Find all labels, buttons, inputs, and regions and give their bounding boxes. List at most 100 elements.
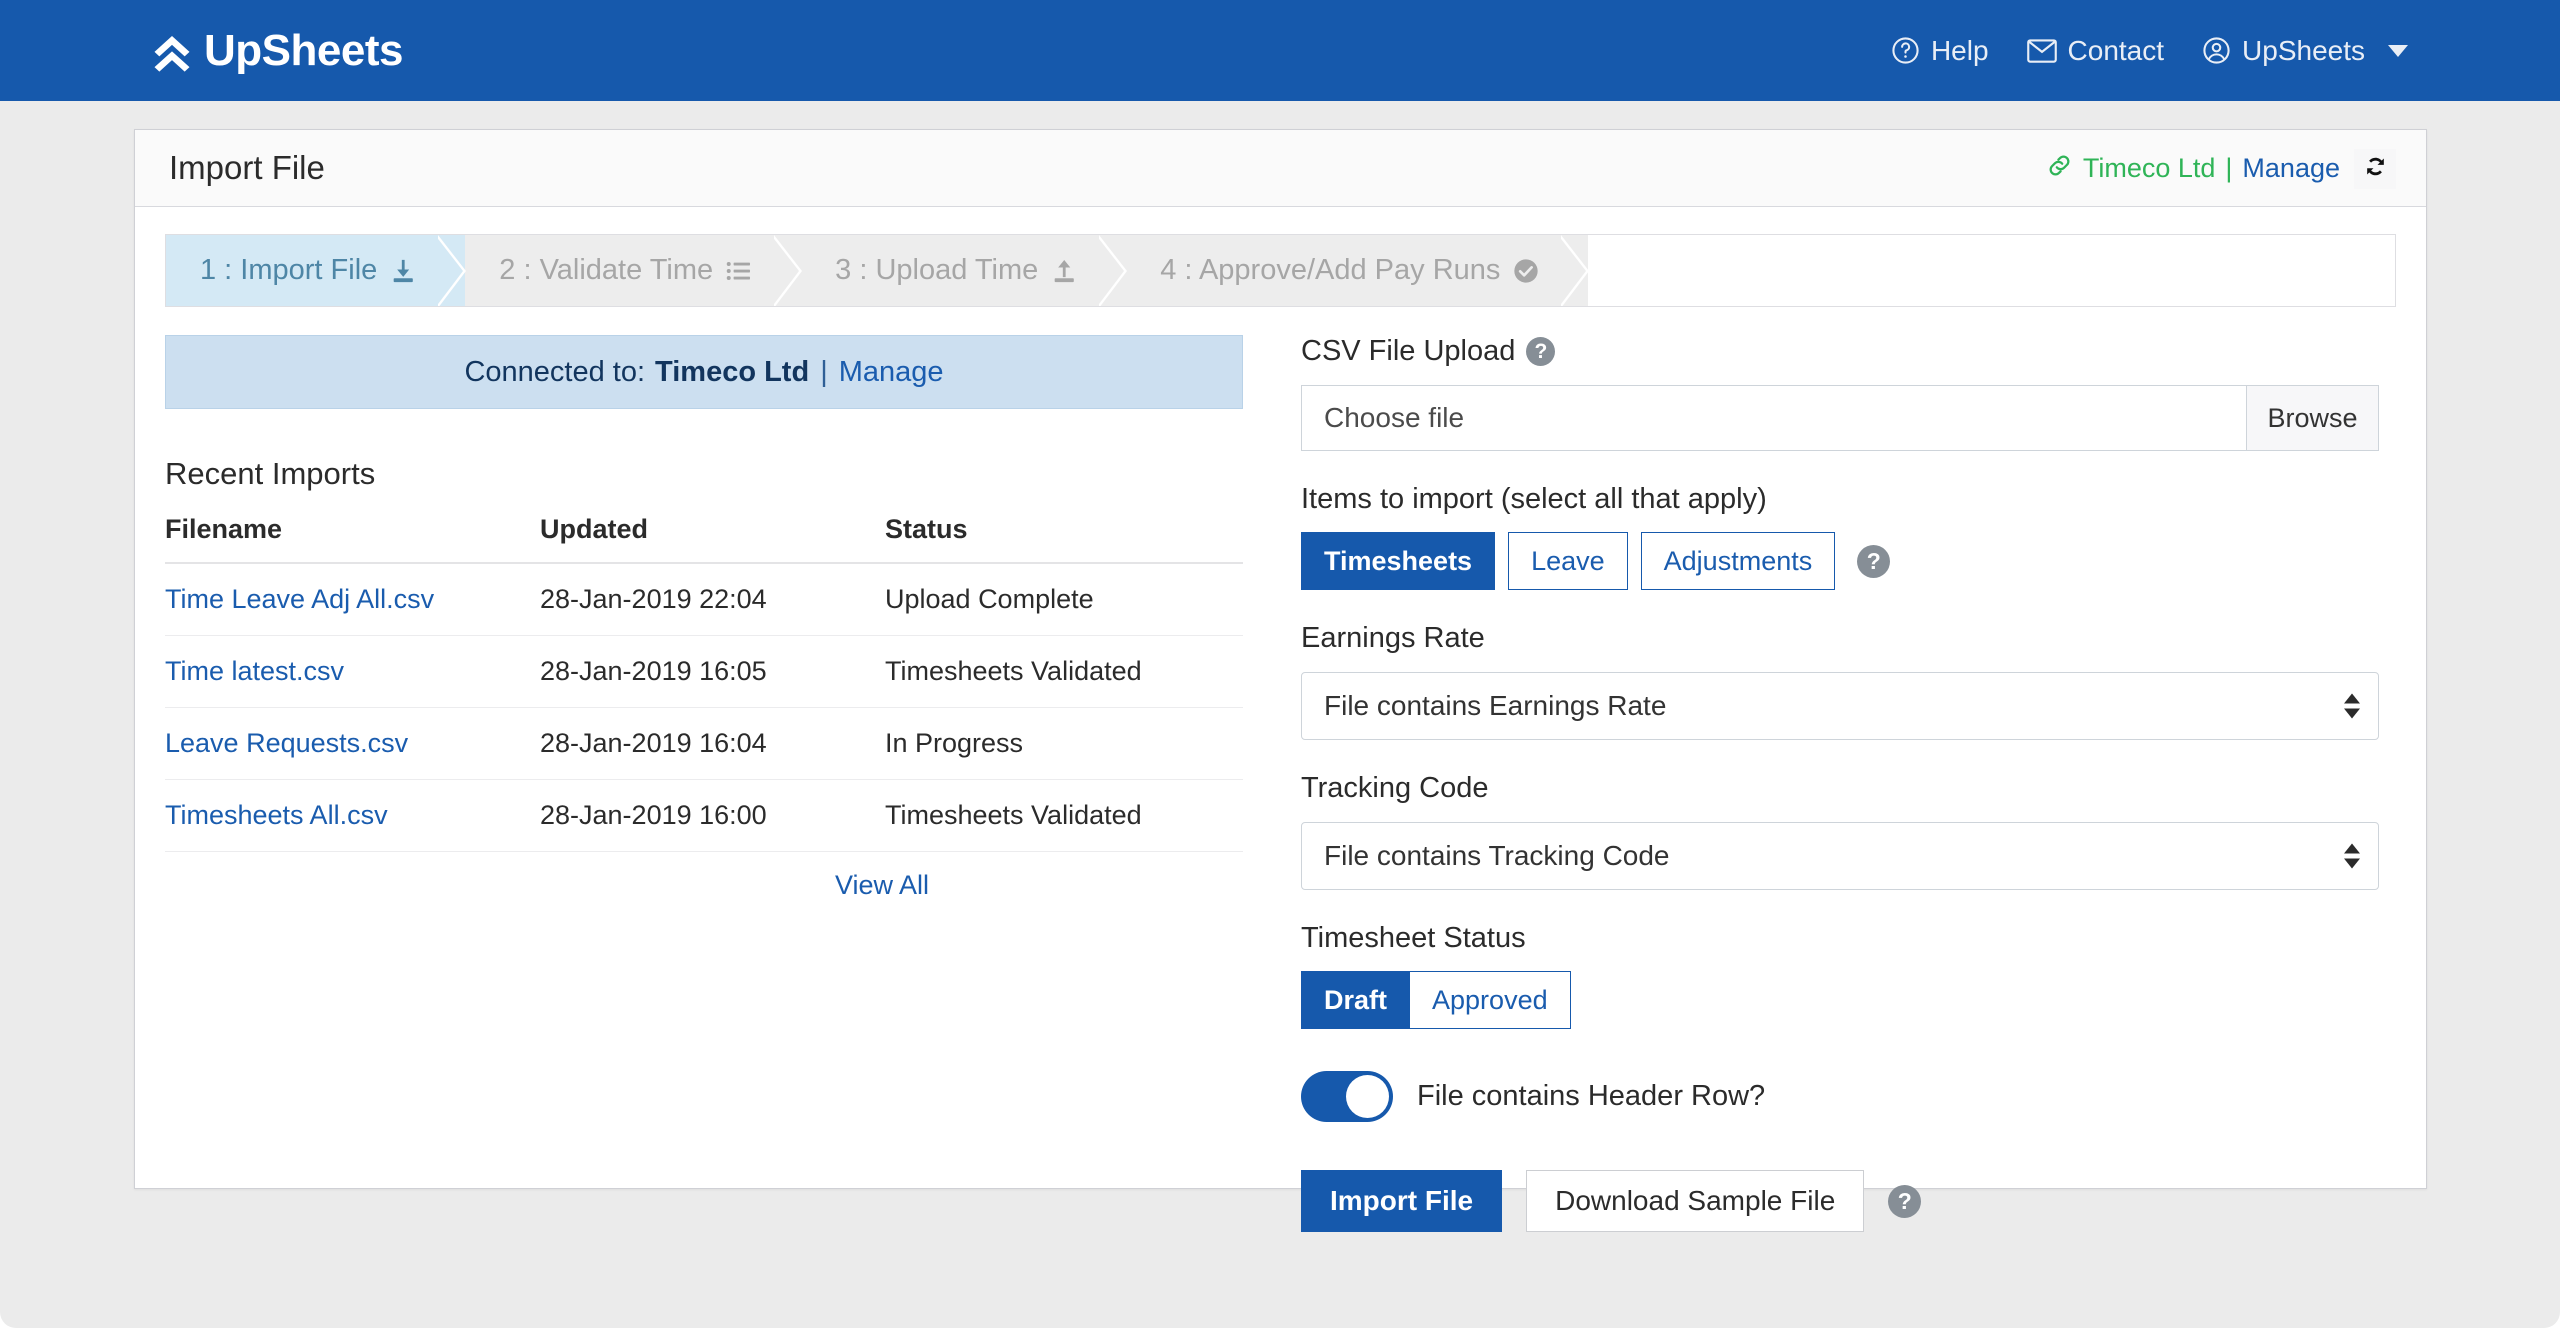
browser-viewport: UpSheets Help Contact UpSheets Import Fi… bbox=[0, 0, 2560, 1328]
csv-upload-label: CSV File Upload bbox=[1301, 335, 1516, 367]
nav-help-label: Help bbox=[1930, 34, 1989, 66]
navbar-links: Help Contact UpSheets bbox=[1891, 0, 2408, 101]
cell-filename: Time latest.csv bbox=[165, 635, 540, 708]
double-chevron-up-icon bbox=[152, 30, 192, 72]
column-header-status: Status bbox=[885, 514, 1243, 564]
cell-status: Upload Complete bbox=[885, 563, 1243, 636]
toggle-knob bbox=[1346, 1075, 1389, 1118]
items-to-import-help-icon[interactable]: ? bbox=[1857, 544, 1891, 578]
cell-updated: 28-Jan-2019 16:05 bbox=[540, 635, 885, 708]
user-circle-icon bbox=[2202, 36, 2231, 65]
recent-imports-heading: Recent Imports bbox=[165, 456, 376, 491]
recent-imports-table: Filename Updated Status Time Leave Adj A… bbox=[165, 514, 1243, 852]
chosen-file-name[interactable]: Choose file bbox=[1302, 386, 2246, 450]
step-1-label: 1 : Import File bbox=[200, 254, 378, 286]
table-row: Time Leave Adj All.csv 28-Jan-2019 22:04… bbox=[165, 563, 1243, 636]
connection-chip: Timeco Ltd | Manage bbox=[2046, 152, 2340, 186]
view-all-row: View All bbox=[165, 870, 1243, 901]
nav-account-label: UpSheets bbox=[2242, 34, 2365, 66]
nav-contact[interactable]: Contact bbox=[2026, 34, 2165, 67]
download-icon bbox=[389, 257, 417, 285]
file-upload-input[interactable]: Choose file Browse bbox=[1301, 385, 2379, 451]
timesheet-status-group: Draft Approved bbox=[1301, 971, 2379, 1029]
tracking-code-value: File contains Tracking Code bbox=[1324, 840, 1670, 871]
cell-updated: 28-Jan-2019 16:00 bbox=[540, 779, 885, 852]
connection-manage-link[interactable]: Manage bbox=[2242, 153, 2340, 184]
step-4-label: 4 : Approve/Add Pay Runs bbox=[1160, 254, 1501, 286]
table-row: Leave Requests.csv 28-Jan-2019 16:04 In … bbox=[165, 707, 1243, 780]
header-row-toggle[interactable] bbox=[1301, 1071, 1393, 1122]
select-stepper-arrows-icon bbox=[2344, 693, 2360, 719]
earnings-rate-select[interactable]: File contains Earnings Rate bbox=[1301, 672, 2379, 740]
left-column: Connected to: Timeco Ltd | Manage Recent… bbox=[165, 335, 1243, 1232]
brand-logo[interactable]: UpSheets bbox=[152, 26, 403, 76]
import-file-link[interactable]: Timesheets All.csv bbox=[165, 800, 388, 830]
actions-help-icon[interactable]: ? bbox=[1888, 1184, 1922, 1218]
connected-org: Timeco Ltd bbox=[655, 355, 810, 388]
connected-prefix: Connected to: bbox=[464, 355, 646, 388]
connection-separator: | bbox=[2225, 153, 2233, 183]
connected-separator: | bbox=[820, 355, 828, 388]
right-column: CSV File Upload ? Choose file Browse Ite… bbox=[1301, 335, 2379, 1232]
table-header-row: Filename Updated Status bbox=[165, 514, 1243, 564]
status-toggle-draft[interactable]: Draft bbox=[1301, 971, 1410, 1029]
tracking-code-select[interactable]: File contains Tracking Code bbox=[1301, 822, 2379, 890]
header-row-label: File contains Header Row? bbox=[1417, 1080, 1766, 1112]
connected-alert: Connected to: Timeco Ltd | Manage bbox=[165, 335, 1243, 409]
card-body: Connected to: Timeco Ltd | Manage Recent… bbox=[135, 307, 2426, 1232]
step-2-label: 2 : Validate Time bbox=[499, 254, 714, 286]
earnings-rate-value: File contains Earnings Rate bbox=[1324, 690, 1667, 721]
item-toggle-adjustments[interactable]: Adjustments bbox=[1640, 532, 1836, 590]
import-file-link[interactable]: Time Leave Adj All.csv bbox=[165, 584, 434, 614]
import-file-link[interactable]: Leave Requests.csv bbox=[165, 728, 408, 758]
stepper-tail bbox=[1588, 235, 2395, 306]
question-circle-filled-icon[interactable]: ? bbox=[1526, 337, 1556, 366]
item-toggle-leave[interactable]: Leave bbox=[1508, 532, 1628, 590]
step-4-approve-add-pay-runs[interactable]: 4 : Approve/Add Pay Runs bbox=[1126, 235, 1590, 306]
import-file-card: Import File Timeco Ltd | Manage 1: Impo… bbox=[134, 129, 2427, 1232]
cell-updated: 28-Jan-2019 16:04 bbox=[540, 707, 885, 780]
cell-status: In Progress bbox=[885, 707, 1243, 780]
tracking-code-label: Tracking Code bbox=[1301, 772, 1489, 804]
list-icon bbox=[725, 257, 753, 285]
earnings-rate-label: Earnings Rate bbox=[1301, 622, 1485, 654]
form-actions: Import File Download Sample File ? bbox=[1301, 1170, 2379, 1232]
refresh-icon bbox=[2362, 153, 2389, 185]
header-row-toggle-row: File contains Header Row? bbox=[1301, 1071, 2379, 1122]
connected-manage-link[interactable]: Manage bbox=[839, 356, 944, 389]
refresh-button[interactable] bbox=[2354, 148, 2396, 189]
cell-status: Timesheets Validated bbox=[885, 635, 1243, 708]
cell-filename: Leave Requests.csv bbox=[165, 707, 540, 780]
import-file-link[interactable]: Time latest.csv bbox=[165, 656, 344, 686]
step-2-validate-time[interactable]: 2 : Validate Time bbox=[465, 235, 802, 306]
step-3-upload-time[interactable]: 3 : Upload Time bbox=[801, 235, 1128, 306]
nav-help[interactable]: Help bbox=[1891, 35, 1989, 67]
chevron-down-icon bbox=[2388, 44, 2408, 57]
step-3-label: 3 : Upload Time bbox=[835, 254, 1039, 286]
column-header-updated: Updated bbox=[540, 514, 885, 564]
step-1-import-file[interactable]: 1 : Import File bbox=[166, 235, 467, 306]
table-row: Timesheets All.csv 28-Jan-2019 16:00 Tim… bbox=[165, 779, 1243, 852]
timesheet-status-label: Timesheet Status bbox=[1301, 922, 1526, 954]
select-stepper-arrows-icon bbox=[2344, 843, 2360, 869]
top-navbar: UpSheets Help Contact UpSheets bbox=[0, 0, 2560, 101]
view-all-link[interactable]: View All bbox=[835, 870, 929, 900]
status-toggle-approved[interactable]: Approved bbox=[1409, 971, 1571, 1029]
browse-button[interactable]: Browse bbox=[2246, 386, 2378, 450]
column-header-filename: Filename bbox=[165, 514, 540, 564]
cell-filename: Timesheets All.csv bbox=[165, 779, 540, 852]
wizard-stepper: 1 : Import File 2 : Validate Time 3: Up… bbox=[165, 234, 2396, 307]
import-file-button[interactable]: Import File bbox=[1301, 1170, 1503, 1232]
brand-name: UpSheets bbox=[204, 25, 403, 75]
items-to-import-group: Timesheets Leave Adjustments ? bbox=[1301, 532, 2379, 590]
nav-contact-label: Contact bbox=[2067, 34, 2165, 66]
link-icon bbox=[2046, 152, 2073, 186]
upload-icon bbox=[1050, 257, 1078, 285]
question-circle-icon bbox=[1891, 36, 1920, 65]
connection-org: Timeco Ltd bbox=[2082, 153, 2216, 183]
card-header-actions: Timeco Ltd | Manage bbox=[2046, 130, 2396, 207]
item-toggle-timesheets[interactable]: Timesheets bbox=[1301, 532, 1496, 590]
check-circle-icon bbox=[1512, 257, 1540, 285]
download-sample-file-button[interactable]: Download Sample File bbox=[1526, 1170, 1865, 1232]
nav-account[interactable]: UpSheets bbox=[2202, 35, 2408, 67]
